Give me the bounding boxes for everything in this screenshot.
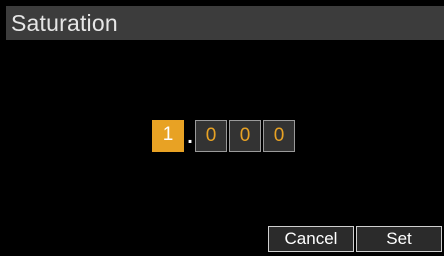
digit-hundredths[interactable]: 0 [229, 120, 261, 152]
title-bar: Saturation [6, 6, 444, 40]
digit-integer[interactable]: 1 [152, 120, 184, 152]
dialog-title: Saturation [11, 10, 118, 36]
digit-tenths[interactable]: 0 [195, 120, 227, 152]
cancel-button[interactable]: Cancel [268, 226, 354, 252]
set-button[interactable]: Set [356, 226, 442, 252]
decimal-point: . [187, 126, 193, 148]
saturation-dialog: Saturation 1 . 0 0 0 Cancel Set [0, 0, 444, 256]
digit-thousandths[interactable]: 0 [263, 120, 295, 152]
